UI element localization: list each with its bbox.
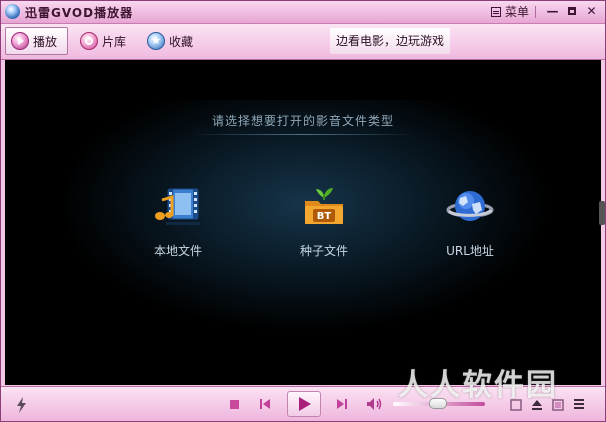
star-icon: ★ xyxy=(147,32,165,50)
volume-icon[interactable] xyxy=(366,397,384,411)
stop-button[interactable] xyxy=(230,400,239,409)
side-scroll-handle[interactable] xyxy=(599,201,605,225)
close-button[interactable]: ✕ xyxy=(584,4,599,19)
tab-library-label: 片库 xyxy=(102,34,127,49)
app-title: 迅雷GVOD播放器 xyxy=(25,6,134,20)
watermark: 人人软件园 xyxy=(398,368,558,403)
previous-button[interactable] xyxy=(258,397,272,411)
tab-play[interactable]: 播放 xyxy=(5,27,68,55)
maximize-icon xyxy=(567,7,576,15)
bt-folder-icon: BT xyxy=(305,188,343,224)
open-prompt: 请选择想要打开的影音文件类型 xyxy=(211,114,394,128)
url-label: URL地址 xyxy=(446,244,494,258)
promo-link[interactable]: 边看电影，边玩游戏 xyxy=(330,28,450,54)
title-separator xyxy=(535,6,536,18)
menu-label: 菜单 xyxy=(505,5,530,19)
menu-button[interactable]: 菜单 xyxy=(491,3,529,20)
library-icon xyxy=(80,32,98,50)
tab-favorites-label: 收藏 xyxy=(169,34,194,49)
open-local-file[interactable]: 本地文件 xyxy=(123,182,233,262)
play-tab-icon xyxy=(11,32,29,50)
play-icon xyxy=(299,397,311,411)
play-button[interactable] xyxy=(287,391,321,417)
app-logo-icon xyxy=(5,4,20,19)
minimize-button[interactable]: — xyxy=(545,4,560,19)
video-area[interactable]: 请选择想要打开的影音文件类型 本地文件 BT 种子文件 URL地址 xyxy=(5,60,601,385)
open-torrent-file[interactable]: BT 种子文件 xyxy=(269,182,379,262)
bolt-icon[interactable] xyxy=(12,395,32,415)
local-file-label: 本地文件 xyxy=(153,244,202,258)
tab-play-label: 播放 xyxy=(33,34,58,49)
torrent-file-label: 种子文件 xyxy=(299,244,348,258)
tab-library[interactable]: 片库 xyxy=(75,27,139,55)
maximize-button[interactable] xyxy=(564,4,579,19)
film-music-icon xyxy=(155,188,200,225)
menu-icon xyxy=(491,6,501,17)
globe-icon xyxy=(446,191,494,221)
next-button[interactable] xyxy=(335,397,349,411)
prompt-divider xyxy=(190,134,415,135)
toolbar: 播放 片库 ★ 收藏 边看电影，边玩游戏 xyxy=(1,24,605,60)
list-icon[interactable] xyxy=(573,398,585,411)
tab-favorites[interactable]: ★ 收藏 xyxy=(142,27,200,55)
player-window: 迅雷GVOD播放器 菜单 — ✕ 播放 片库 ★ 收藏 边看电影，边玩游戏 请选… xyxy=(0,0,606,422)
title-bar[interactable]: 迅雷GVOD播放器 菜单 — ✕ xyxy=(1,1,605,24)
open-url[interactable]: URL地址 xyxy=(415,182,525,262)
svg-text:BT: BT xyxy=(317,211,332,222)
